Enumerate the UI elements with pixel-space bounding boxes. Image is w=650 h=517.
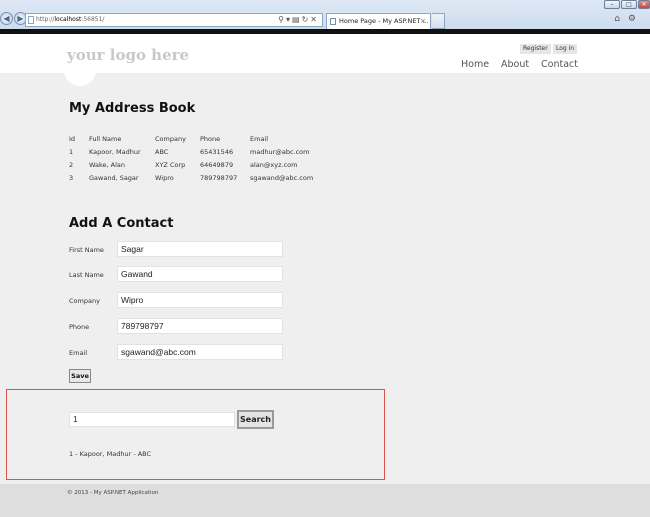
col-header-full-name: Full Name — [89, 135, 122, 143]
back-icon[interactable]: ◀ — [0, 12, 13, 25]
footer-text: © 2013 - My ASP.NET Application — [67, 490, 159, 496]
page-icon — [28, 16, 34, 24]
col-header-id: Id — [69, 135, 76, 143]
url-rest: :56851/ — [81, 16, 105, 23]
home-icon[interactable]: ⌂ — [614, 14, 628, 24]
search-input[interactable]: 1 — [69, 412, 235, 427]
col-header-phone: Phone — [200, 135, 221, 143]
cell-full-name: Kapoor, Madhur — [89, 148, 141, 156]
url-prefix: http:// — [36, 16, 55, 23]
cell-phone: 789798797 — [200, 174, 238, 182]
last-name-field[interactable]: Gawand — [117, 266, 283, 282]
browser-tab[interactable]: Home Page - My ASP.NET ... × — [326, 13, 431, 29]
nav-contact[interactable]: Contact — [541, 59, 578, 70]
email-field[interactable]: sgawand@abc.com — [117, 344, 283, 360]
gear-icon[interactable]: ⚙ — [628, 14, 644, 24]
close-window-button[interactable]: ✕ — [638, 0, 650, 9]
address-book-title: My Address Book — [69, 101, 196, 116]
email-label: Email — [69, 349, 88, 357]
col-header-company: Company — [155, 135, 186, 143]
address-tools: ⚲▾▤↻✕ — [278, 14, 319, 26]
cell-company: ABC — [155, 148, 169, 156]
cell-id: 1 — [69, 148, 74, 156]
tab-close-icon[interactable]: × — [420, 14, 426, 29]
site-footer — [0, 484, 650, 517]
cell-full-name: Wake, Alan — [89, 161, 126, 169]
cell-id: 3 — [69, 174, 74, 182]
login-link[interactable]: Log in — [553, 44, 578, 54]
cell-email: madhur@abc.com — [250, 148, 310, 156]
stop-icon[interactable]: ✕ — [310, 15, 319, 24]
tab-title: Home Page - My ASP.NET ... — [339, 17, 429, 25]
cell-full-name: Gawand, Sagar — [89, 174, 139, 182]
first-name-label: First Name — [69, 246, 104, 254]
phone-label: Phone — [69, 323, 90, 331]
nav-about[interactable]: About — [501, 59, 529, 70]
save-button[interactable]: Save — [69, 369, 91, 383]
search-result: 1 - Kapoor, Madhur - ABC — [69, 450, 152, 458]
add-contact-title: Add A Contact — [69, 216, 174, 231]
cell-id: 2 — [69, 161, 74, 169]
col-header-email: Email — [250, 135, 269, 143]
cell-email: sgawand@abc.com — [250, 174, 314, 182]
cell-email: alan@xyz.com — [250, 161, 298, 169]
compat-icon[interactable]: ▤ — [292, 15, 302, 24]
new-tab-button[interactable] — [432, 13, 445, 29]
nav-buttons: ◀ ▶ — [0, 12, 28, 25]
cell-phone: 64649879 — [200, 161, 234, 169]
first-name-field[interactable]: Sagar — [117, 241, 283, 257]
cell-phone: 65431546 — [200, 148, 234, 156]
url-host: localhost — [54, 16, 82, 23]
company-field[interactable]: Wipro — [117, 292, 283, 308]
address-bar[interactable]: http://localhost:56851/ ⚲▾▤↻✕ — [25, 13, 323, 27]
cell-company: XYZ Corp — [155, 161, 186, 169]
tab-page-icon — [330, 18, 336, 25]
search-icon[interactable]: ⚲ — [278, 15, 286, 24]
company-label: Company — [69, 297, 100, 305]
search-panel — [6, 389, 385, 480]
last-name-label: Last Name — [69, 271, 104, 279]
refresh-icon[interactable]: ↻ — [302, 15, 311, 24]
site-logo[interactable]: your logo here — [67, 46, 189, 64]
window-controls: – □ ✕ — [603, 0, 650, 9]
search-button[interactable]: Search — [237, 410, 274, 429]
nav-home[interactable]: Home — [461, 59, 489, 70]
logo-decoration — [64, 68, 96, 86]
maximize-button[interactable]: □ — [621, 0, 637, 9]
register-link[interactable]: Register — [520, 44, 551, 54]
browser-tools: ⌂⚙ — [614, 14, 644, 24]
minimize-button[interactable]: – — [604, 0, 620, 9]
cell-company: Wipro — [155, 174, 174, 182]
phone-field[interactable]: 789798797 — [117, 318, 283, 334]
